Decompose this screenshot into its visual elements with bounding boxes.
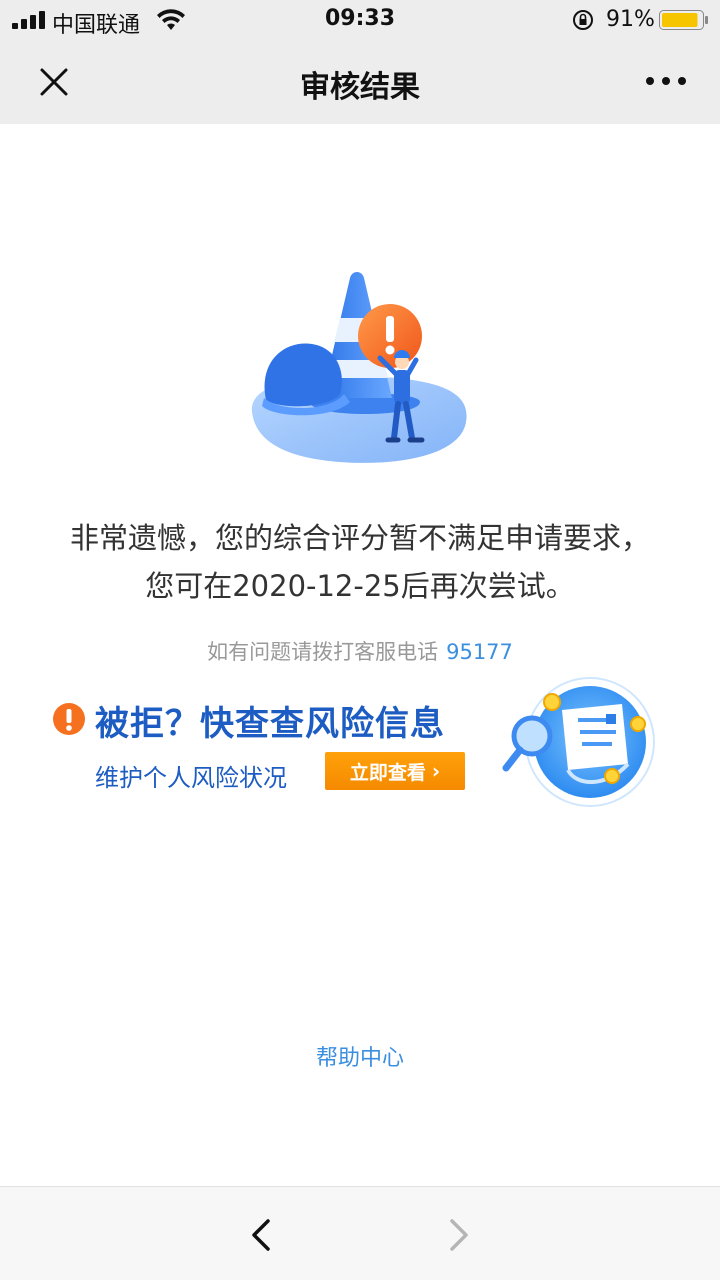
service-phone-link[interactable]: 95177	[446, 640, 513, 664]
view-now-label: 立即查看	[349, 761, 426, 784]
chevron-right-icon: ›	[431, 759, 441, 783]
back-arrow-icon[interactable]	[244, 1215, 280, 1255]
risk-banner-title: 被拒？快查查风险信息	[95, 704, 445, 744]
more-icon[interactable]	[640, 66, 692, 96]
status-bar: 中国联通 09:33 91%	[0, 0, 720, 40]
forward-arrow-icon[interactable]	[440, 1215, 476, 1255]
battery-percent: 91%	[606, 7, 655, 32]
bottom-toolbar	[0, 1186, 720, 1280]
help-center-link[interactable]: 帮助中心	[0, 1040, 720, 1072]
risk-banner-subtitle: 维护个人风险状况	[95, 764, 287, 792]
battery-icon	[659, 10, 708, 30]
alert-icon	[53, 703, 85, 735]
document-magnifier-illustration	[502, 677, 655, 807]
customer-service-line: 如有问题请拨打客服电话 95177	[0, 636, 720, 666]
view-now-button[interactable]: 立即查看 ›	[325, 752, 465, 790]
rejection-illustration	[251, 272, 467, 463]
orientation-lock-icon	[573, 10, 593, 30]
page-title: 审核结果	[300, 70, 420, 105]
result-message: 非常遗憾，您的综合评分暂不满足申请要求，您可在2020-12-25后再次尝试。	[69, 521, 650, 603]
nav-bar: 审核结果	[0, 40, 720, 124]
service-label: 如有问题请拨打客服电话	[207, 640, 439, 664]
